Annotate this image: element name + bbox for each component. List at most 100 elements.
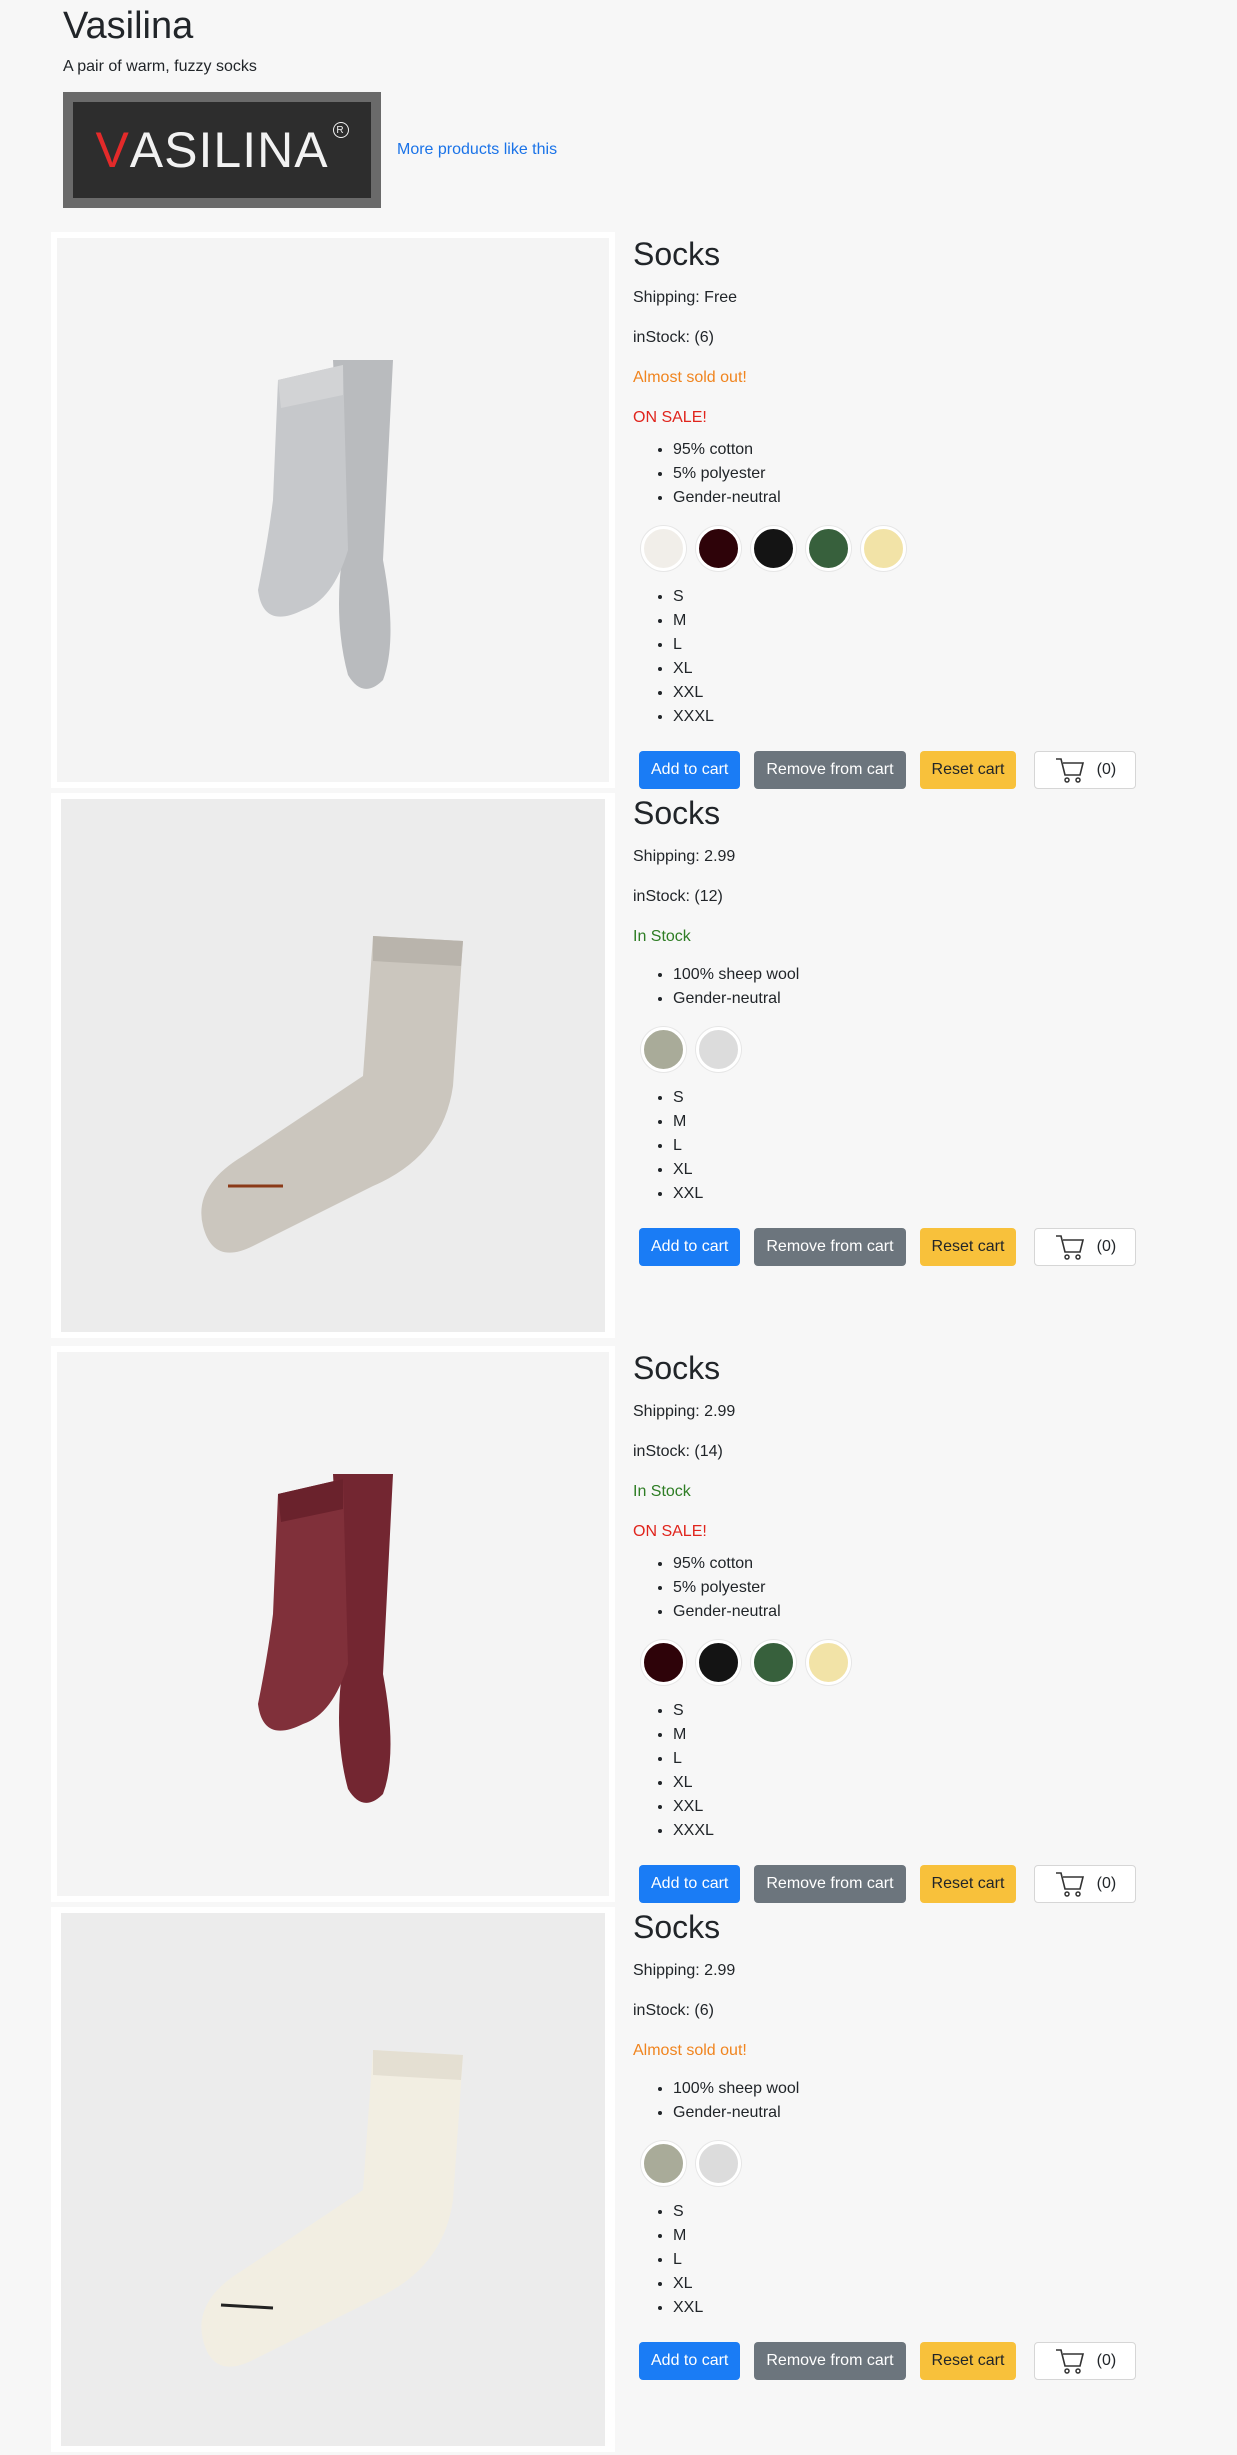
color-swatch[interactable] [641, 526, 686, 571]
cart-actions: Add to cart Remove from cart Reset cart … [639, 1228, 1193, 1266]
cart-icon [1055, 758, 1084, 783]
remove-from-cart-button[interactable]: Remove from cart [754, 1865, 906, 1903]
color-swatch[interactable] [806, 526, 851, 571]
product-card: Socks Shipping: 2.99 inStock: (6) Almost… [51, 1907, 1231, 2452]
size-item: S [673, 585, 1193, 609]
product-info: Socks Shipping: 2.99 inStock: (6) Almost… [633, 1905, 1193, 2380]
size-item: XXXL [673, 1819, 1193, 1843]
shipping-text: Shipping: Free [633, 289, 738, 306]
color-swatches [641, 1640, 1193, 1685]
product-name: Socks [633, 795, 721, 831]
more-products-link[interactable]: More products like this [397, 141, 557, 159]
size-item: S [673, 1086, 1193, 1110]
reset-cart-button[interactable]: Reset cart [919, 1228, 1017, 1266]
detail-item: 95% cotton [673, 438, 1193, 462]
size-item: XL [673, 1158, 1193, 1182]
size-item: XXL [673, 681, 1193, 705]
brand-logo-inner: V ASILINA R [73, 102, 371, 198]
size-item: L [673, 1134, 1193, 1158]
size-item: M [673, 2224, 1193, 2248]
detail-item: 100% sheep wool [673, 963, 1193, 987]
cart-count: (0) [1096, 2352, 1117, 2369]
logo-letter-v: V [95, 122, 130, 178]
product-image-inner [61, 1913, 605, 2446]
color-swatch[interactable] [641, 1640, 686, 1685]
stock-count: inStock: (6) [633, 2002, 714, 2019]
add-to-cart-button[interactable]: Add to cart [639, 2342, 741, 2380]
detail-item: Gender-neutral [673, 2101, 1193, 2125]
product-card: Socks Shipping: 2.99 inStock: (14) In St… [51, 1346, 1231, 1906]
size-item: L [673, 633, 1193, 657]
color-swatch[interactable] [861, 526, 906, 571]
shipping-text: Shipping: 2.99 [633, 848, 736, 865]
size-list: S M L XL XXL XXXL [673, 1699, 1193, 1843]
remove-from-cart-button[interactable]: Remove from cart [754, 2342, 906, 2380]
cart-indicator[interactable]: (0) [1034, 751, 1137, 789]
stock-count: inStock: (14) [633, 1443, 723, 1460]
sale-badge: ON SALE! [633, 409, 707, 426]
cart-indicator[interactable]: (0) [1034, 2342, 1137, 2380]
size-item: S [673, 1699, 1193, 1723]
color-swatch[interactable] [696, 1640, 741, 1685]
shipping-text: Shipping: 2.99 [633, 1403, 736, 1420]
detail-item: Gender-neutral [673, 1600, 1193, 1624]
color-swatch[interactable] [751, 1640, 796, 1685]
size-item: M [673, 1723, 1193, 1747]
cart-indicator[interactable]: (0) [1034, 1228, 1137, 1266]
add-to-cart-button[interactable]: Add to cart [639, 1865, 741, 1903]
reset-cart-button[interactable]: Reset cart [919, 751, 1017, 789]
size-item: L [673, 1747, 1193, 1771]
cart-indicator[interactable]: (0) [1034, 1865, 1137, 1903]
sock-image [201, 935, 463, 1253]
product-details: 95% cotton 5% polyester Gender-neutral [673, 438, 1193, 510]
size-item: XL [673, 657, 1193, 681]
reset-cart-button[interactable]: Reset cart [919, 1865, 1017, 1903]
product-tagline: A pair of warm, fuzzy socks [63, 58, 257, 75]
color-swatch[interactable] [696, 1027, 741, 1072]
product-image-inner [57, 1352, 609, 1896]
color-swatch[interactable] [641, 2141, 686, 2186]
cart-count: (0) [1096, 761, 1117, 778]
stock-status: Almost sold out! [633, 369, 747, 386]
cart-icon [1055, 1235, 1084, 1260]
size-item: XXXL [673, 705, 1193, 729]
color-swatch[interactable] [696, 2141, 741, 2186]
stock-count: inStock: (12) [633, 888, 723, 905]
color-swatch[interactable] [641, 1027, 686, 1072]
color-swatches [641, 526, 1193, 571]
color-swatch[interactable] [751, 526, 796, 571]
add-to-cart-button[interactable]: Add to cart [639, 751, 741, 789]
detail-item: 5% polyester [673, 462, 1193, 486]
size-item: M [673, 1110, 1193, 1134]
shipping-text: Shipping: 2.99 [633, 1962, 736, 1979]
product-info: Socks Shipping: 2.99 inStock: (12) In St… [633, 791, 1193, 1266]
product-details: 95% cotton 5% polyester Gender-neutral [673, 1552, 1193, 1624]
cart-count: (0) [1096, 1875, 1117, 1892]
product-name: Socks [633, 236, 721, 272]
stock-status: Almost sold out! [633, 2042, 747, 2059]
size-item: S [673, 2200, 1193, 2224]
add-to-cart-button[interactable]: Add to cart [639, 1228, 741, 1266]
size-item: XXL [673, 1182, 1193, 1206]
cart-icon [1055, 2349, 1084, 2374]
size-item: M [673, 609, 1193, 633]
registered-mark: R [332, 122, 349, 138]
size-item: XL [673, 1771, 1193, 1795]
logo-letters: ASILINA [129, 122, 329, 178]
size-item: XXL [673, 1795, 1193, 1819]
sale-badge: ON SALE! [633, 1523, 707, 1540]
size-item: L [673, 2248, 1193, 2272]
product-info: Socks Shipping: Free inStock: (6) Almost… [633, 232, 1193, 789]
size-item: XL [673, 2272, 1193, 2296]
product-info: Socks Shipping: 2.99 inStock: (14) In St… [633, 1346, 1193, 1903]
color-swatch[interactable] [806, 1640, 851, 1685]
product-card: Socks Shipping: 2.99 inStock: (12) In St… [51, 793, 1231, 1338]
remove-from-cart-button[interactable]: Remove from cart [754, 1228, 906, 1266]
product-image-inner [57, 238, 609, 782]
detail-item: Gender-neutral [673, 486, 1193, 510]
stock-status: In Stock [633, 928, 691, 945]
remove-from-cart-button[interactable]: Remove from cart [754, 751, 906, 789]
product-name: Socks [633, 1909, 721, 1945]
reset-cart-button[interactable]: Reset cart [919, 2342, 1017, 2380]
color-swatch[interactable] [696, 526, 741, 571]
